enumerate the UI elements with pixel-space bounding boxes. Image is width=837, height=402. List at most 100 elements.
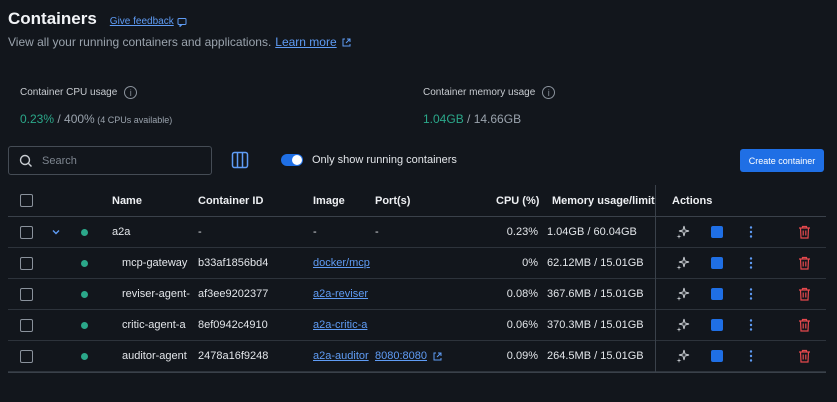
memory-usage-stat: Container memory usage i 1.04GB / 14.66G… <box>423 86 556 126</box>
container-name[interactable]: critic-agent-a <box>122 310 190 340</box>
running-status-dot <box>81 290 88 298</box>
container-memory: 1.04GB / 60.04GB <box>547 226 637 238</box>
container-memory: 264.5MB / 15.01GB <box>547 350 644 362</box>
container-ports: - <box>375 226 379 238</box>
row-checkbox[interactable] <box>20 287 33 301</box>
learn-more-link[interactable]: Learn more <box>275 35 336 49</box>
container-name[interactable]: reviser-agent- <box>122 279 190 309</box>
header-cpu[interactable]: CPU (%) <box>496 185 539 216</box>
more-options-icon[interactable] <box>748 279 754 309</box>
sparkles-icon[interactable] <box>676 217 690 247</box>
running-only-toggle[interactable] <box>281 154 303 166</box>
page-title: Containers <box>8 9 97 28</box>
container-image[interactable]: a2a-auditor <box>313 341 375 371</box>
sparkles-icon[interactable] <box>676 310 690 340</box>
give-feedback-label: Give feedback <box>109 16 174 27</box>
container-cpu: 0% <box>522 257 538 269</box>
cpu-usage-stat: Container CPU usage i 0.23% / 400% (4 CP… <box>20 86 172 126</box>
header-ports[interactable]: Port(s) <box>375 185 410 216</box>
container-name[interactable]: mcp-gateway <box>122 248 190 278</box>
select-all-checkbox[interactable] <box>20 194 33 207</box>
table-row[interactable]: mcp-gateway b33af1856bd4 docker/mcp 0% 6… <box>8 248 826 279</box>
sparkles-icon[interactable] <box>676 341 690 371</box>
more-options-icon[interactable] <box>748 248 754 278</box>
row-checkbox[interactable] <box>20 318 33 332</box>
info-icon[interactable]: i <box>542 86 556 99</box>
more-options-icon[interactable] <box>748 341 754 371</box>
subtitle-text: View all your running containers and app… <box>8 35 272 49</box>
columns-icon[interactable] <box>231 151 249 169</box>
container-cpu: 0.06% <box>506 319 538 331</box>
memory-total: / 14.66GB <box>463 112 522 126</box>
memory-used: 1.04GB <box>423 112 464 126</box>
info-icon[interactable]: i <box>124 86 138 99</box>
cpu-usage-label: Container CPU usage <box>20 87 118 98</box>
container-ports-cell: 8080:8080 <box>375 341 443 371</box>
more-options-icon[interactable] <box>748 217 754 247</box>
sparkles-icon[interactable] <box>676 279 690 309</box>
container-id: 8ef0942c4910 <box>198 319 268 331</box>
trash-icon[interactable] <box>798 341 811 371</box>
container-id: af3ee9202377 <box>198 288 269 300</box>
running-status-dot <box>81 321 88 329</box>
memory-usage-label: Container memory usage <box>423 87 536 98</box>
search-box[interactable] <box>8 146 212 175</box>
cpu-total: / 400% <box>54 112 95 126</box>
sparkles-icon[interactable] <box>676 248 690 278</box>
header-image[interactable]: Image <box>313 185 345 216</box>
running-only-label: Only show running containers <box>312 154 457 166</box>
row-checkbox[interactable] <box>20 225 33 239</box>
stop-button[interactable] <box>711 226 723 238</box>
container-id: - <box>198 226 202 238</box>
container-memory: 370.3MB / 15.01GB <box>547 319 644 331</box>
memory-usage-value: 1.04GB / 14.66GB <box>423 112 555 126</box>
header-memory[interactable]: Memory usage/limit <box>552 185 655 216</box>
cpu-usage-value: 0.23% / 400% (4 CPUs available) <box>20 112 172 126</box>
table-row[interactable]: a2a - - - 0.23% 1.04GB / 60.04GB <box>8 217 826 248</box>
header-container-id[interactable]: Container ID <box>198 185 263 216</box>
container-ports[interactable]: 8080:8080 <box>375 350 427 362</box>
container-memory: 367.6MB / 15.01GB <box>547 288 644 300</box>
running-status-dot <box>81 352 88 360</box>
more-options-icon[interactable] <box>748 310 754 340</box>
title-row: Containers Give feedback <box>8 9 187 29</box>
create-container-button[interactable]: Create container <box>740 149 824 172</box>
actions-column-divider <box>655 185 656 373</box>
stop-button[interactable] <box>711 350 723 362</box>
select-all-cell <box>20 185 33 216</box>
give-feedback-link[interactable]: Give feedback <box>110 16 187 27</box>
table-row[interactable]: reviser-agent- af3ee9202377 a2a-reviser … <box>8 279 826 310</box>
chat-icon <box>177 17 187 27</box>
chevron-down-icon[interactable] <box>51 217 61 247</box>
search-input[interactable] <box>42 154 192 167</box>
table-row[interactable]: critic-agent-a 8ef0942c4910 a2a-critic-a… <box>8 310 826 341</box>
cpu-used: 0.23% <box>20 112 55 126</box>
container-image[interactable]: docker/mcp <box>313 248 375 278</box>
container-name[interactable]: auditor-agent <box>122 341 190 371</box>
container-image[interactable]: a2a-reviser <box>313 279 375 309</box>
container-id: 2478a16f9248 <box>198 350 269 362</box>
trash-icon[interactable] <box>798 310 811 340</box>
external-link-icon[interactable] <box>432 351 443 362</box>
table-bottom-divider <box>8 372 826 373</box>
container-image[interactable]: a2a-critic-a <box>313 310 375 340</box>
container-cpu: 0.23% <box>506 226 538 238</box>
container-name[interactable]: a2a <box>112 217 192 247</box>
memory-usage-label-row: Container memory usage i <box>423 86 556 99</box>
row-checkbox[interactable] <box>20 349 33 363</box>
external-link-icon <box>341 37 352 48</box>
stop-button[interactable] <box>711 257 723 269</box>
header-name[interactable]: Name <box>112 185 142 216</box>
header-actions: Actions <box>672 194 713 207</box>
row-checkbox[interactable] <box>20 256 33 270</box>
table-row[interactable]: auditor-agent 2478a16f9248 a2a-auditor 8… <box>8 341 826 372</box>
trash-icon[interactable] <box>798 217 811 247</box>
container-image: - <box>313 226 317 238</box>
trash-icon[interactable] <box>798 279 811 309</box>
table-header-row: Name Container ID Image Port(s) CPU (%) … <box>8 185 826 217</box>
page-subtitle: View all your running containers and app… <box>8 35 352 49</box>
container-id: b33af1856bd4 <box>198 257 269 269</box>
trash-icon[interactable] <box>798 248 811 278</box>
stop-button[interactable] <box>711 319 723 331</box>
stop-button[interactable] <box>711 288 723 300</box>
